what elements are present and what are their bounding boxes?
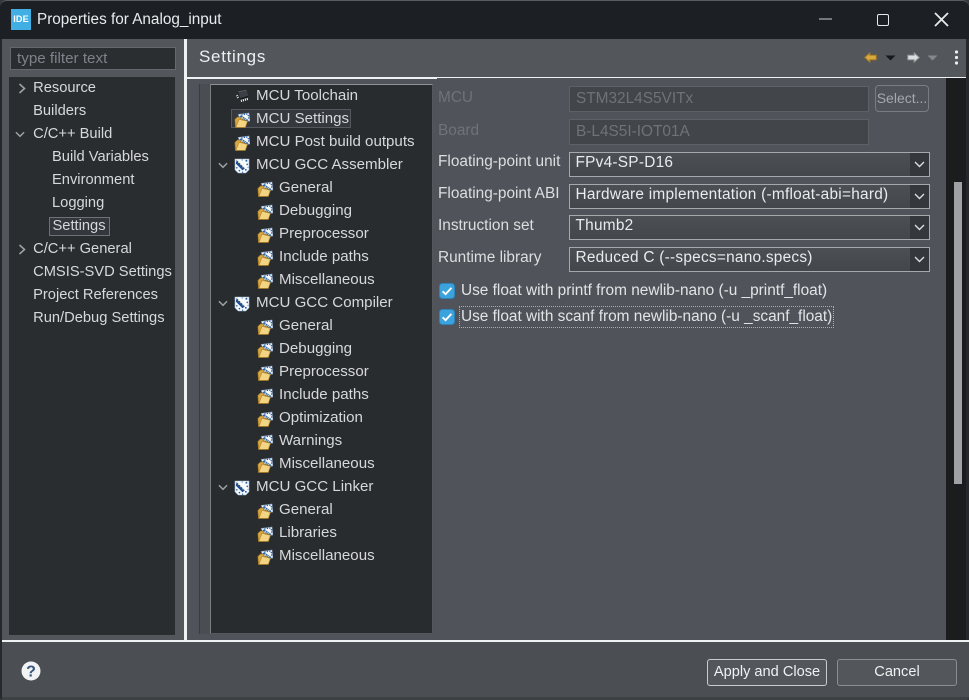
svg-text:?: ? bbox=[26, 663, 36, 680]
